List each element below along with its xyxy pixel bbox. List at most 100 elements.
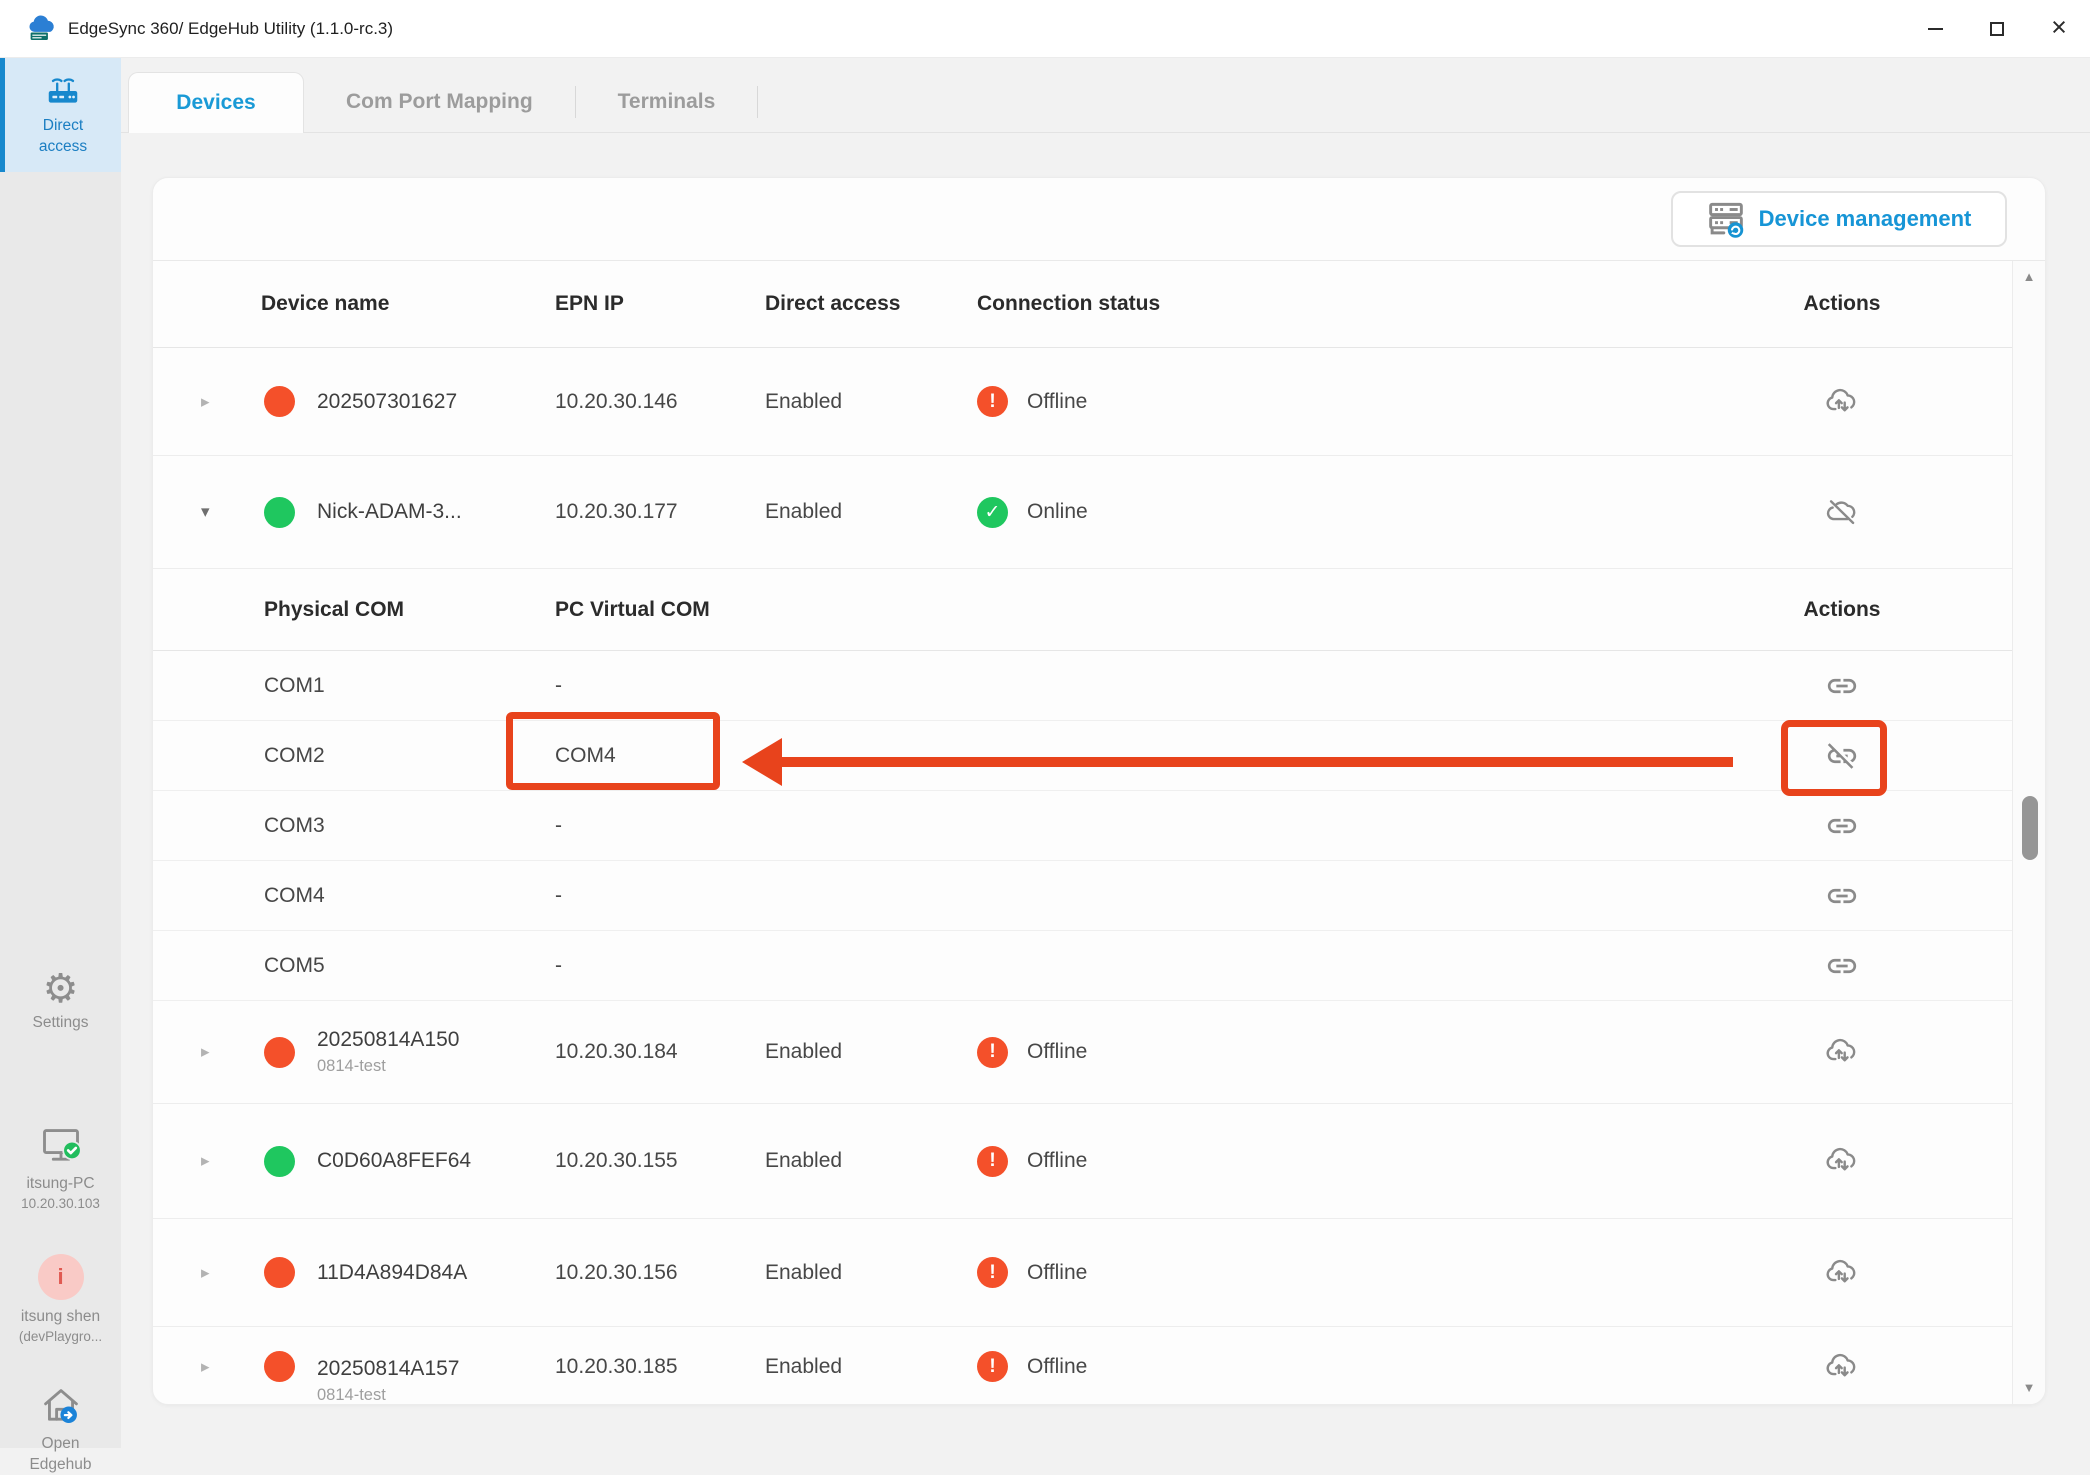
sidebar-item-settings[interactable]: ⚙ Settings [0, 966, 121, 1033]
header-direct-access: Direct access [765, 292, 977, 316]
device-name: 20250814A150 [317, 1026, 555, 1054]
link-button[interactable] [1825, 809, 1859, 843]
sidebar-item-open-edgehub[interactable]: Open Edgehub [0, 1384, 121, 1475]
minimize-button[interactable] [1904, 0, 1966, 57]
window-title: EdgeSync 360/ EdgeHub Utility (1.1.0-rc.… [68, 19, 393, 39]
link-button[interactable] [1825, 949, 1859, 983]
device-management-button[interactable]: Device management [1671, 191, 2007, 247]
user-org-label: (devPlaygro... [0, 1327, 121, 1346]
device-row[interactable]: ▸ 202507301627 10.20.30.146 Enabled ! Of… [153, 348, 2012, 456]
expand-caret[interactable]: ▸ [201, 1263, 227, 1283]
close-button[interactable]: × [2028, 0, 2090, 57]
cloud-sync-button[interactable] [1825, 385, 1859, 419]
devices-panel: Device management Device name EPN IP Dir… [152, 177, 2046, 1405]
device-name: C0D60A8FEF64 [317, 1147, 555, 1175]
status-dot [264, 1257, 295, 1288]
sidebar-item-user[interactable]: i itsung shen (devPlaygro... [0, 1254, 121, 1346]
pc-check-icon [39, 1124, 83, 1168]
annotation-arrow [740, 733, 1735, 791]
epn-ip: 10.20.30.184 [555, 1040, 765, 1064]
sidebar-item-local-pc[interactable]: itsung-PC 10.20.30.103 [0, 1124, 121, 1213]
header-connection-status: Connection status [977, 292, 1407, 316]
tab-bar: Devices Com Port Mapping Terminals [121, 58, 2090, 133]
sidebar-item-direct-access[interactable]: Direct access [0, 58, 121, 172]
com-row: COM3 - [153, 791, 2012, 861]
cloud-sync-button[interactable] [1825, 1256, 1859, 1290]
cloud-disconnect-button[interactable] [1825, 495, 1859, 529]
device-row[interactable]: ▾ Nick-ADAM-3... 10.20.30.177 Enabled ✓ … [153, 456, 2012, 569]
physical-com: COM4 [264, 884, 555, 908]
connection-status-text: Offline [1027, 1261, 1087, 1285]
device-subtitle: 0814-test [317, 1383, 555, 1406]
tab-devices[interactable]: Devices [128, 72, 304, 133]
connection-status-icon: ! [977, 1257, 1008, 1288]
scroll-down-icon[interactable]: ▼ [2013, 1380, 2045, 1395]
direct-access-value: Enabled [765, 1040, 977, 1064]
cloud-sync-button[interactable] [1825, 1035, 1859, 1069]
user-name-label: itsung shen [0, 1306, 121, 1327]
pc-virtual-com: - [555, 954, 979, 978]
header-pc-virtual-com: PC Virtual COM [555, 598, 979, 622]
physical-com: COM3 [264, 814, 555, 838]
device-subtitle: 0814-test [317, 1054, 555, 1078]
status-dot [264, 386, 295, 417]
pc-ip-label: 10.20.30.103 [0, 1194, 121, 1213]
com-row: COM4 - [153, 861, 2012, 931]
connection-status-icon: ✓ [977, 497, 1008, 528]
device-row[interactable]: ▸ 11D4A894D84A 10.20.30.156 Enabled ! Of… [153, 1219, 2012, 1327]
cloud-sync-button[interactable] [1825, 1144, 1859, 1178]
epn-ip: 10.20.30.155 [555, 1149, 765, 1173]
connection-status-icon: ! [977, 386, 1008, 417]
connection-status-text: Offline [1027, 1149, 1087, 1173]
connection-status-text: Offline [1027, 1355, 1087, 1379]
expand-caret[interactable]: ▸ [201, 1357, 227, 1377]
maximize-button[interactable] [1966, 0, 2028, 57]
device-management-label: Device management [1759, 206, 1972, 232]
device-name: 202507301627 [317, 388, 555, 416]
scrollbar-thumb[interactable] [2022, 796, 2038, 860]
com-table-header: Physical COM PC Virtual COM Actions [153, 569, 2012, 651]
direct-access-value: Enabled [765, 1261, 977, 1285]
close-icon: × [2051, 14, 2067, 41]
device-row[interactable]: ▸ C0D60A8FEF64 10.20.30.155 Enabled ! Of… [153, 1104, 2012, 1219]
direct-access-value: Enabled [765, 1355, 977, 1379]
direct-access-value: Enabled [765, 390, 977, 414]
physical-com: COM5 [264, 954, 555, 978]
scroll-up-icon[interactable]: ▲ [2013, 269, 2045, 284]
expand-caret[interactable]: ▸ [201, 1042, 227, 1062]
device-name: 11D4A894D84A [317, 1259, 555, 1287]
header-actions: Actions [1757, 292, 1927, 316]
expand-caret[interactable]: ▸ [201, 1151, 227, 1171]
panel-toolbar: Device management [153, 178, 2045, 261]
physical-com: COM1 [264, 674, 555, 698]
annotation-box-com4 [506, 712, 720, 790]
device-row[interactable]: ▸ 20250814A150 0814-test 10.20.30.184 En… [153, 1001, 2012, 1104]
epn-ip: 10.20.30.146 [555, 390, 765, 414]
cloud-sync-button[interactable] [1825, 1350, 1859, 1384]
expand-caret[interactable]: ▾ [201, 502, 227, 522]
direct-access-value: Enabled [765, 1149, 977, 1173]
connection-status-text: Offline [1027, 1040, 1087, 1064]
sidebar: Direct access ⚙ Settings itsung-PC 10.20… [0, 58, 121, 1448]
link-button[interactable] [1825, 879, 1859, 913]
user-avatar: i [38, 1254, 84, 1300]
pc-name-label: itsung-PC [0, 1173, 121, 1194]
link-button[interactable] [1825, 669, 1859, 703]
expand-caret[interactable]: ▸ [201, 392, 227, 412]
connection-status-icon: ! [977, 1351, 1008, 1382]
epn-ip: 10.20.30.177 [555, 500, 765, 524]
connection-status-text: Offline [1027, 390, 1087, 414]
tab-terminals[interactable]: Terminals [576, 71, 758, 132]
app-logo-icon [26, 14, 56, 44]
gear-icon: ⚙ [0, 966, 121, 1012]
epn-ip: 10.20.30.185 [555, 1355, 765, 1379]
pc-virtual-com: - [555, 884, 979, 908]
open-edgehub-label-line1: Open [0, 1433, 121, 1454]
direct-access-label-line2: access [5, 136, 121, 157]
home-share-icon [39, 1384, 83, 1428]
device-row[interactable]: ▸ 20250814A157 0814-test 10.20.30.185 En… [153, 1327, 2012, 1405]
header-physical-com: Physical COM [264, 598, 555, 622]
device-table-header: Device name EPN IP Direct access Connect… [153, 261, 2012, 348]
vertical-scrollbar[interactable]: ▲ ▼ [2012, 261, 2045, 1404]
tab-com-port-mapping[interactable]: Com Port Mapping [304, 71, 575, 132]
